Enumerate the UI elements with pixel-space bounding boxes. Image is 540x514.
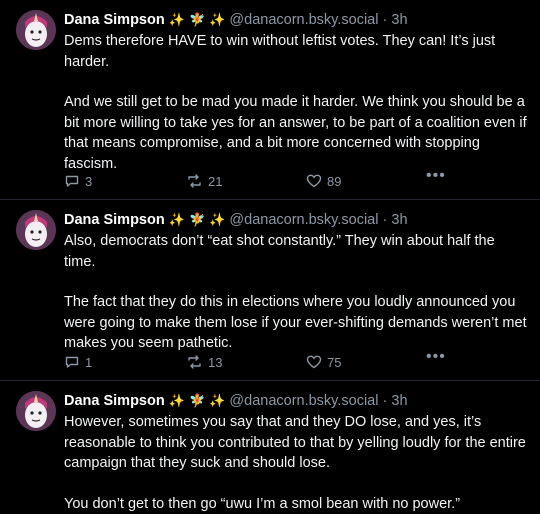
heart-icon (306, 354, 322, 370)
timestamp[interactable]: 3h (391, 393, 407, 409)
reply-button[interactable]: 1 (64, 354, 92, 370)
fairy-emoji: 🧚 (189, 393, 205, 408)
avatar[interactable] (16, 210, 56, 250)
post-header: Dana Simpson ✨ 🧚 ✨ @danacorn.bsky.social… (64, 10, 530, 30)
more-options-button[interactable]: ••• (426, 348, 446, 366)
like-button[interactable]: 75 (306, 354, 341, 370)
repost-icon (186, 173, 203, 189)
heart-icon (306, 173, 322, 189)
sparkles-emoji: ✨ (169, 393, 185, 408)
avatar[interactable] (16, 391, 56, 431)
sparkles-emoji: ✨ (169, 12, 185, 27)
like-count: 75 (327, 355, 341, 370)
post-body: However, sometimes you say that and they… (64, 412, 530, 514)
post-actions: 3 21 89 ••• (64, 173, 444, 193)
post[interactable]: Dana Simpson ✨ 🧚 ✨ @danacorn.bsky.social… (0, 0, 540, 200)
post-body: Also, democrats don’t “eat shot constant… (64, 231, 530, 354)
separator: · (383, 212, 388, 228)
author-name[interactable]: Dana Simpson (64, 12, 165, 28)
timestamp[interactable]: 3h (391, 12, 407, 28)
reply-icon (64, 354, 80, 370)
timestamp[interactable]: 3h (391, 212, 407, 228)
separator: · (383, 12, 388, 28)
post-paragraph: Also, democrats don’t “eat shot constant… (64, 231, 530, 272)
sparkles-emoji: ✨ (209, 12, 225, 27)
reply-count: 1 (85, 355, 92, 370)
repost-count: 21 (208, 174, 222, 189)
sparkles-emoji: ✨ (209, 393, 225, 408)
post[interactable]: Dana Simpson ✨ 🧚 ✨ @danacorn.bsky.social… (0, 200, 540, 381)
post-paragraph: And we still get to be mad you made it h… (64, 92, 530, 174)
fairy-emoji: 🧚 (189, 212, 205, 227)
post-paragraph: However, sometimes you say that and they… (64, 412, 530, 474)
post-paragraph: Dems therefore HAVE to win without lefti… (64, 31, 530, 72)
post[interactable]: Dana Simpson ✨ 🧚 ✨ @danacorn.bsky.social… (0, 381, 540, 507)
author-handle[interactable]: @danacorn.bsky.social (229, 212, 378, 228)
separator: · (383, 393, 388, 409)
post-header: Dana Simpson ✨ 🧚 ✨ @danacorn.bsky.social… (64, 391, 530, 411)
post-paragraph: The fact that they do this in elections … (64, 292, 530, 354)
author-name[interactable]: Dana Simpson (64, 393, 165, 409)
reply-icon (64, 173, 80, 189)
sparkles-emoji: ✨ (169, 212, 185, 227)
author-handle[interactable]: @danacorn.bsky.social (229, 393, 378, 409)
repost-count: 13 (208, 355, 222, 370)
repost-button[interactable]: 21 (186, 173, 222, 189)
sparkles-emoji: ✨ (209, 212, 225, 227)
post-header: Dana Simpson ✨ 🧚 ✨ @danacorn.bsky.social… (64, 210, 530, 230)
post-body: Dems therefore HAVE to win without lefti… (64, 31, 530, 174)
fairy-emoji: 🧚 (189, 12, 205, 27)
reply-button[interactable]: 3 (64, 173, 92, 189)
more-options-button[interactable]: ••• (426, 167, 446, 185)
like-button[interactable]: 89 (306, 173, 341, 189)
post-paragraph: You don’t get to then go “uwu I’m a smol… (64, 494, 530, 514)
reply-count: 3 (85, 174, 92, 189)
like-count: 89 (327, 174, 341, 189)
author-name[interactable]: Dana Simpson (64, 212, 165, 228)
avatar[interactable] (16, 10, 56, 50)
author-handle[interactable]: @danacorn.bsky.social (229, 12, 378, 28)
repost-button[interactable]: 13 (186, 354, 222, 370)
repost-icon (186, 354, 203, 370)
post-actions: 1 13 75 ••• (64, 354, 444, 374)
